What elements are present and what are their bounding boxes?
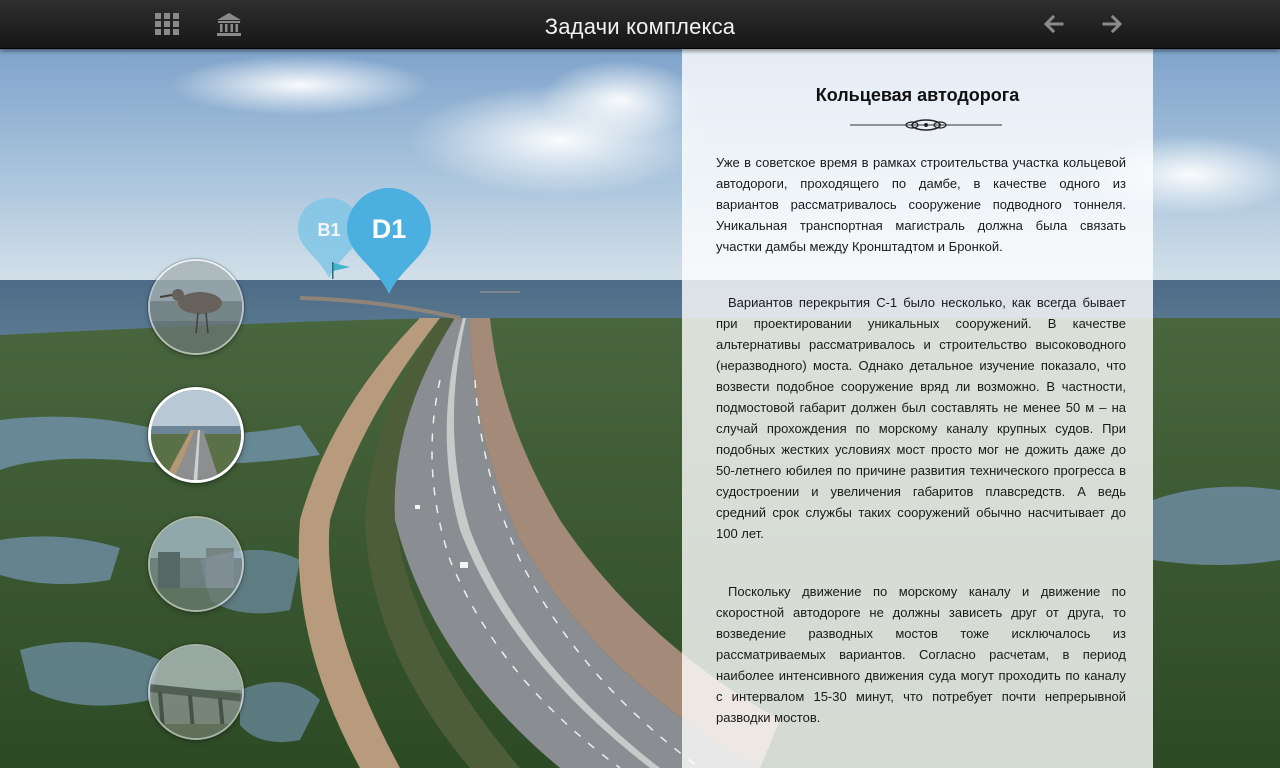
article-title: Кольцевая автодорога — [815, 85, 1020, 105]
article-paragraph: Поскольку движение по морскому каналу и … — [716, 584, 1126, 725]
page-title: Задачи комплекса — [544, 14, 736, 39]
gallery-thumb-dam-road[interactable] — [148, 387, 244, 483]
map-pin-d1[interactable]: D1 — [345, 186, 433, 296]
article-paragraph: Уже в советское время в рамках строитель… — [716, 155, 1126, 254]
flag-icon — [332, 262, 350, 279]
construction-photo-icon — [150, 518, 242, 610]
bird-photo-icon — [150, 261, 242, 353]
article-panel: Кольцевая автодорога Уже в советское вре… — [682, 49, 1153, 768]
map-pin-label: D1 — [371, 214, 407, 244]
ornament-divider-icon — [850, 119, 1002, 131]
arrow-right-icon[interactable] — [1098, 10, 1126, 38]
gallery-thumb-bridge[interactable] — [148, 644, 244, 740]
article-paragraph: Вариантов перекрытия С-1 было несколько,… — [716, 295, 1126, 541]
gallery-thumb-construction[interactable] — [148, 516, 244, 612]
gallery-thumb-bird[interactable] — [148, 259, 244, 355]
arrow-left-icon[interactable] — [1040, 10, 1068, 38]
top-bar: Задачи комплекса — [0, 0, 1280, 49]
bridge-photo-icon — [150, 646, 242, 738]
